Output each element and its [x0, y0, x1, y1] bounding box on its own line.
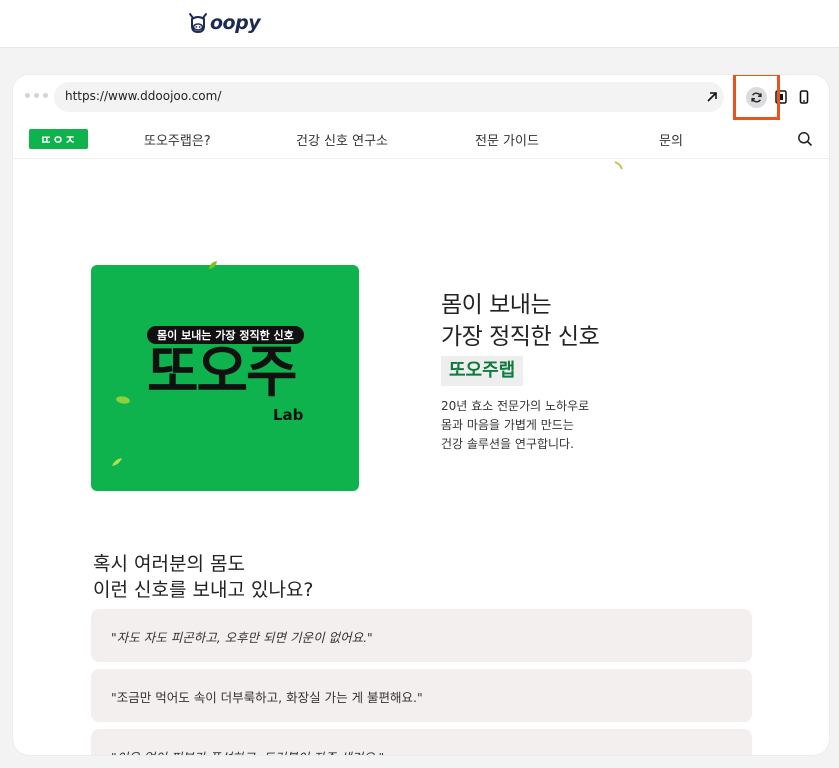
hero-desc-line3: 건강 솔루션을 연구합니다.	[441, 437, 574, 451]
hero-desc-line1: 20년 효소 전문가의 노하우로	[441, 399, 590, 413]
nav-item-health-lab[interactable]: 건강 신호 연구소	[296, 130, 388, 149]
hero-description: 20년 효소 전문가의 노하우로 몸과 마음을 가볍게 만드는 건강 솔루션을 …	[441, 397, 599, 454]
leaf-decoration-icon	[112, 458, 122, 466]
quote-text: "자도 자도 피곤하고, 오후만 되면 기운이 없어요."	[111, 630, 373, 645]
hero-text: 몸이 보내는 가장 정직한 신호 또오주랩 20년 효소 전문가의 노하우로 몸…	[441, 289, 600, 454]
hero-brand-card: 몸이 보내는 가장 정직한 신호 또오주 Lab	[91, 261, 359, 491]
hero-desc-line2: 몸과 마음을 가볍게 만드는	[441, 418, 574, 432]
question-line1: 혹시 여러분의 몸도	[93, 553, 245, 575]
question-line2: 이런 신호를 보내고 있나요?	[93, 579, 314, 601]
hero-headline-line2: 가장 정직한 신호	[441, 324, 600, 350]
leaf-decoration-icon	[209, 261, 217, 269]
quote-card: "이유 없이 피부가 푸석하고, 트러블이 자주 생겨요."	[91, 729, 752, 755]
page-content: 몸이 보내는 가장 정직한 신호 또오주 Lab 몸이 보내는 가장 정직한 신…	[13, 159, 829, 755]
nav-item-about[interactable]: 또오주랩은?	[144, 130, 211, 149]
hero-headline-line1: 몸이 보내는	[441, 292, 552, 318]
hero-name-tag: 또오주랩	[441, 356, 524, 386]
external-link-icon[interactable]	[704, 89, 720, 105]
quote-text: "조금만 먹어도 속이 더부룩하고, 화장실 가는 게 불편해요."	[111, 690, 423, 705]
leaf-decoration-icon	[614, 161, 623, 170]
card-title: 또오주	[147, 340, 298, 405]
app-header: oopy	[0, 0, 839, 48]
more-dots-icon[interactable]	[25, 93, 48, 98]
card-subtitle: Lab	[273, 406, 304, 424]
site-nav: ㄸㅇㅈ 또오주랩은? 건강 신호 연구소 전문 가이드 문의	[13, 119, 829, 159]
refresh-highlight-box	[733, 75, 780, 120]
site-brand-logo[interactable]: ㄸㅇㅈ	[29, 129, 88, 149]
oopy-logo[interactable]: oopy	[187, 9, 261, 37]
nav-item-contact[interactable]: 문의	[659, 130, 683, 149]
quote-card: "자도 자도 피곤하고, 오후만 되면 기운이 없어요."	[91, 609, 752, 662]
search-icon[interactable]	[797, 131, 813, 147]
quote-text: "이유 없이 피부가 푸석하고, 트러블이 자주 생겨요."	[111, 747, 384, 755]
phone-icon[interactable]	[799, 90, 809, 104]
cow-logo-icon	[189, 13, 207, 34]
nav-item-guide[interactable]: 전문 가이드	[475, 130, 539, 149]
logo-wordmark: oopy	[210, 12, 261, 34]
browser-toolbar: https://www.ddoojoo.com/	[13, 75, 829, 120]
url-text: https://www.ddoojoo.com/	[65, 89, 222, 103]
site-preview-window: https://www.ddoojoo.com/ ㄸㅇㅈ 또오주랩은? 건강 신	[13, 75, 829, 755]
quote-card: "조금만 먹어도 속이 더부룩하고, 화장실 가는 게 불편해요."	[91, 669, 752, 722]
leaf-decoration-icon	[116, 396, 130, 404]
signals-question: 혹시 여러분의 몸도 이런 신호를 보내고 있나요?	[93, 551, 313, 603]
url-field[interactable]: https://www.ddoojoo.com/	[54, 82, 724, 112]
